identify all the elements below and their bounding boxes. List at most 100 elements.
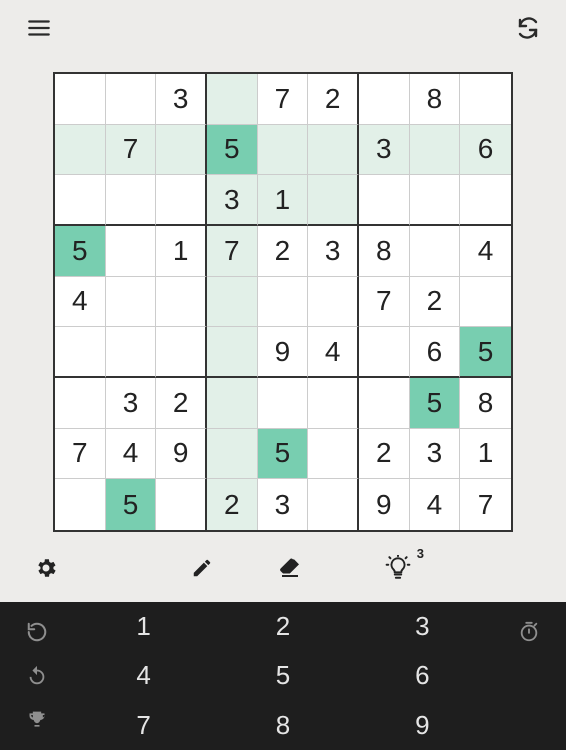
cell-r6-c6[interactable] [359, 378, 410, 429]
cell-r2-c4[interactable]: 1 [258, 175, 309, 226]
cell-r6-c8[interactable]: 8 [460, 378, 511, 429]
numkey-2[interactable]: 2 [213, 602, 352, 651]
cell-r4-c0[interactable]: 4 [55, 277, 106, 328]
cell-r6-c0[interactable] [55, 378, 106, 429]
cell-r6-c1[interactable]: 3 [106, 378, 157, 429]
numkey-9[interactable]: 9 [353, 701, 492, 750]
cell-r0-c8[interactable] [460, 74, 511, 125]
numkey-3[interactable]: 3 [353, 602, 492, 651]
cell-r3-c4[interactable]: 2 [258, 226, 309, 277]
cell-r4-c1[interactable] [106, 277, 157, 328]
trophy-icon[interactable] [25, 708, 49, 732]
cell-r8-c2[interactable] [156, 479, 207, 530]
cell-r3-c6[interactable]: 8 [359, 226, 410, 277]
pencil-icon[interactable] [188, 554, 216, 582]
cell-r5-c5[interactable]: 4 [308, 327, 359, 378]
cell-r6-c5[interactable] [308, 378, 359, 429]
cell-r8-c1[interactable]: 5 [106, 479, 157, 530]
cell-r2-c2[interactable] [156, 175, 207, 226]
cell-r7-c2[interactable]: 9 [156, 429, 207, 480]
cell-r8-c8[interactable]: 7 [460, 479, 511, 530]
cell-r4-c5[interactable] [308, 277, 359, 328]
timer-icon[interactable] [517, 620, 541, 644]
cell-r5-c4[interactable]: 9 [258, 327, 309, 378]
cell-r4-c2[interactable] [156, 277, 207, 328]
numkey-6[interactable]: 6 [353, 651, 492, 700]
cell-r7-c5[interactable] [308, 429, 359, 480]
cell-r4-c3[interactable] [207, 277, 258, 328]
cell-r7-c4[interactable]: 5 [258, 429, 309, 480]
cell-r1-c4[interactable] [258, 125, 309, 176]
cell-r7-c1[interactable]: 4 [106, 429, 157, 480]
numkey-8[interactable]: 8 [213, 701, 352, 750]
cell-r0-c1[interactable] [106, 74, 157, 125]
cell-r8-c4[interactable]: 3 [258, 479, 309, 530]
cell-r3-c5[interactable]: 3 [308, 226, 359, 277]
cell-r1-c3[interactable]: 5 [207, 125, 258, 176]
lightbulb-icon[interactable] [384, 554, 412, 582]
cell-r6-c7[interactable]: 5 [410, 378, 461, 429]
cell-r4-c4[interactable] [258, 277, 309, 328]
cell-r3-c1[interactable] [106, 226, 157, 277]
cell-r2-c5[interactable] [308, 175, 359, 226]
cell-r6-c4[interactable] [258, 378, 309, 429]
cell-r8-c3[interactable]: 2 [207, 479, 258, 530]
cell-r3-c2[interactable]: 1 [156, 226, 207, 277]
cell-r7-c0[interactable]: 7 [55, 429, 106, 480]
cell-r7-c7[interactable]: 3 [410, 429, 461, 480]
cell-r8-c6[interactable]: 9 [359, 479, 410, 530]
cell-r1-c6[interactable]: 3 [359, 125, 410, 176]
cell-r0-c6[interactable] [359, 74, 410, 125]
gear-icon[interactable] [32, 554, 60, 582]
cell-r1-c1[interactable]: 7 [106, 125, 157, 176]
menu-icon[interactable] [26, 15, 52, 41]
cell-r5-c6[interactable] [359, 327, 410, 378]
cell-r0-c7[interactable]: 8 [410, 74, 461, 125]
cell-r8-c5[interactable] [308, 479, 359, 530]
cell-r5-c0[interactable] [55, 327, 106, 378]
cell-r8-c7[interactable]: 4 [410, 479, 461, 530]
cell-r1-c0[interactable] [55, 125, 106, 176]
cell-r2-c8[interactable] [460, 175, 511, 226]
cell-r1-c7[interactable] [410, 125, 461, 176]
numkey-1[interactable]: 1 [74, 602, 213, 651]
cell-r8-c0[interactable] [55, 479, 106, 530]
cell-r5-c3[interactable] [207, 327, 258, 378]
cell-r3-c8[interactable]: 4 [460, 226, 511, 277]
cell-r7-c8[interactable]: 1 [460, 429, 511, 480]
cell-r4-c6[interactable]: 7 [359, 277, 410, 328]
cell-r6-c3[interactable] [207, 378, 258, 429]
cell-r5-c7[interactable]: 6 [410, 327, 461, 378]
cell-r5-c1[interactable] [106, 327, 157, 378]
cell-r1-c8[interactable]: 6 [460, 125, 511, 176]
numkey-7[interactable]: 7 [74, 701, 213, 750]
cell-r0-c4[interactable]: 7 [258, 74, 309, 125]
cell-r3-c3[interactable]: 7 [207, 226, 258, 277]
cell-r2-c7[interactable] [410, 175, 461, 226]
cell-r0-c3[interactable] [207, 74, 258, 125]
cell-r3-c7[interactable] [410, 226, 461, 277]
cell-r7-c3[interactable] [207, 429, 258, 480]
numkey-4[interactable]: 4 [74, 651, 213, 700]
cell-r0-c5[interactable]: 2 [308, 74, 359, 125]
cell-r2-c0[interactable] [55, 175, 106, 226]
cell-r1-c5[interactable] [308, 125, 359, 176]
cell-r4-c8[interactable] [460, 277, 511, 328]
cell-r5-c2[interactable] [156, 327, 207, 378]
cell-r0-c0[interactable] [55, 74, 106, 125]
eraser-icon[interactable] [276, 554, 304, 582]
cell-r2-c6[interactable] [359, 175, 410, 226]
restart-icon[interactable] [25, 620, 49, 644]
cell-r0-c2[interactable]: 3 [156, 74, 207, 125]
cell-r6-c2[interactable]: 2 [156, 378, 207, 429]
cell-r2-c1[interactable] [106, 175, 157, 226]
cell-r7-c6[interactable]: 2 [359, 429, 410, 480]
cell-r5-c8[interactable]: 5 [460, 327, 511, 378]
refresh-icon[interactable] [516, 16, 540, 40]
numkey-5[interactable]: 5 [213, 651, 352, 700]
cell-r3-c0[interactable]: 5 [55, 226, 106, 277]
cell-r4-c7[interactable]: 2 [410, 277, 461, 328]
cell-r2-c3[interactable]: 3 [207, 175, 258, 226]
cell-r1-c2[interactable] [156, 125, 207, 176]
undo-icon[interactable] [25, 664, 49, 688]
